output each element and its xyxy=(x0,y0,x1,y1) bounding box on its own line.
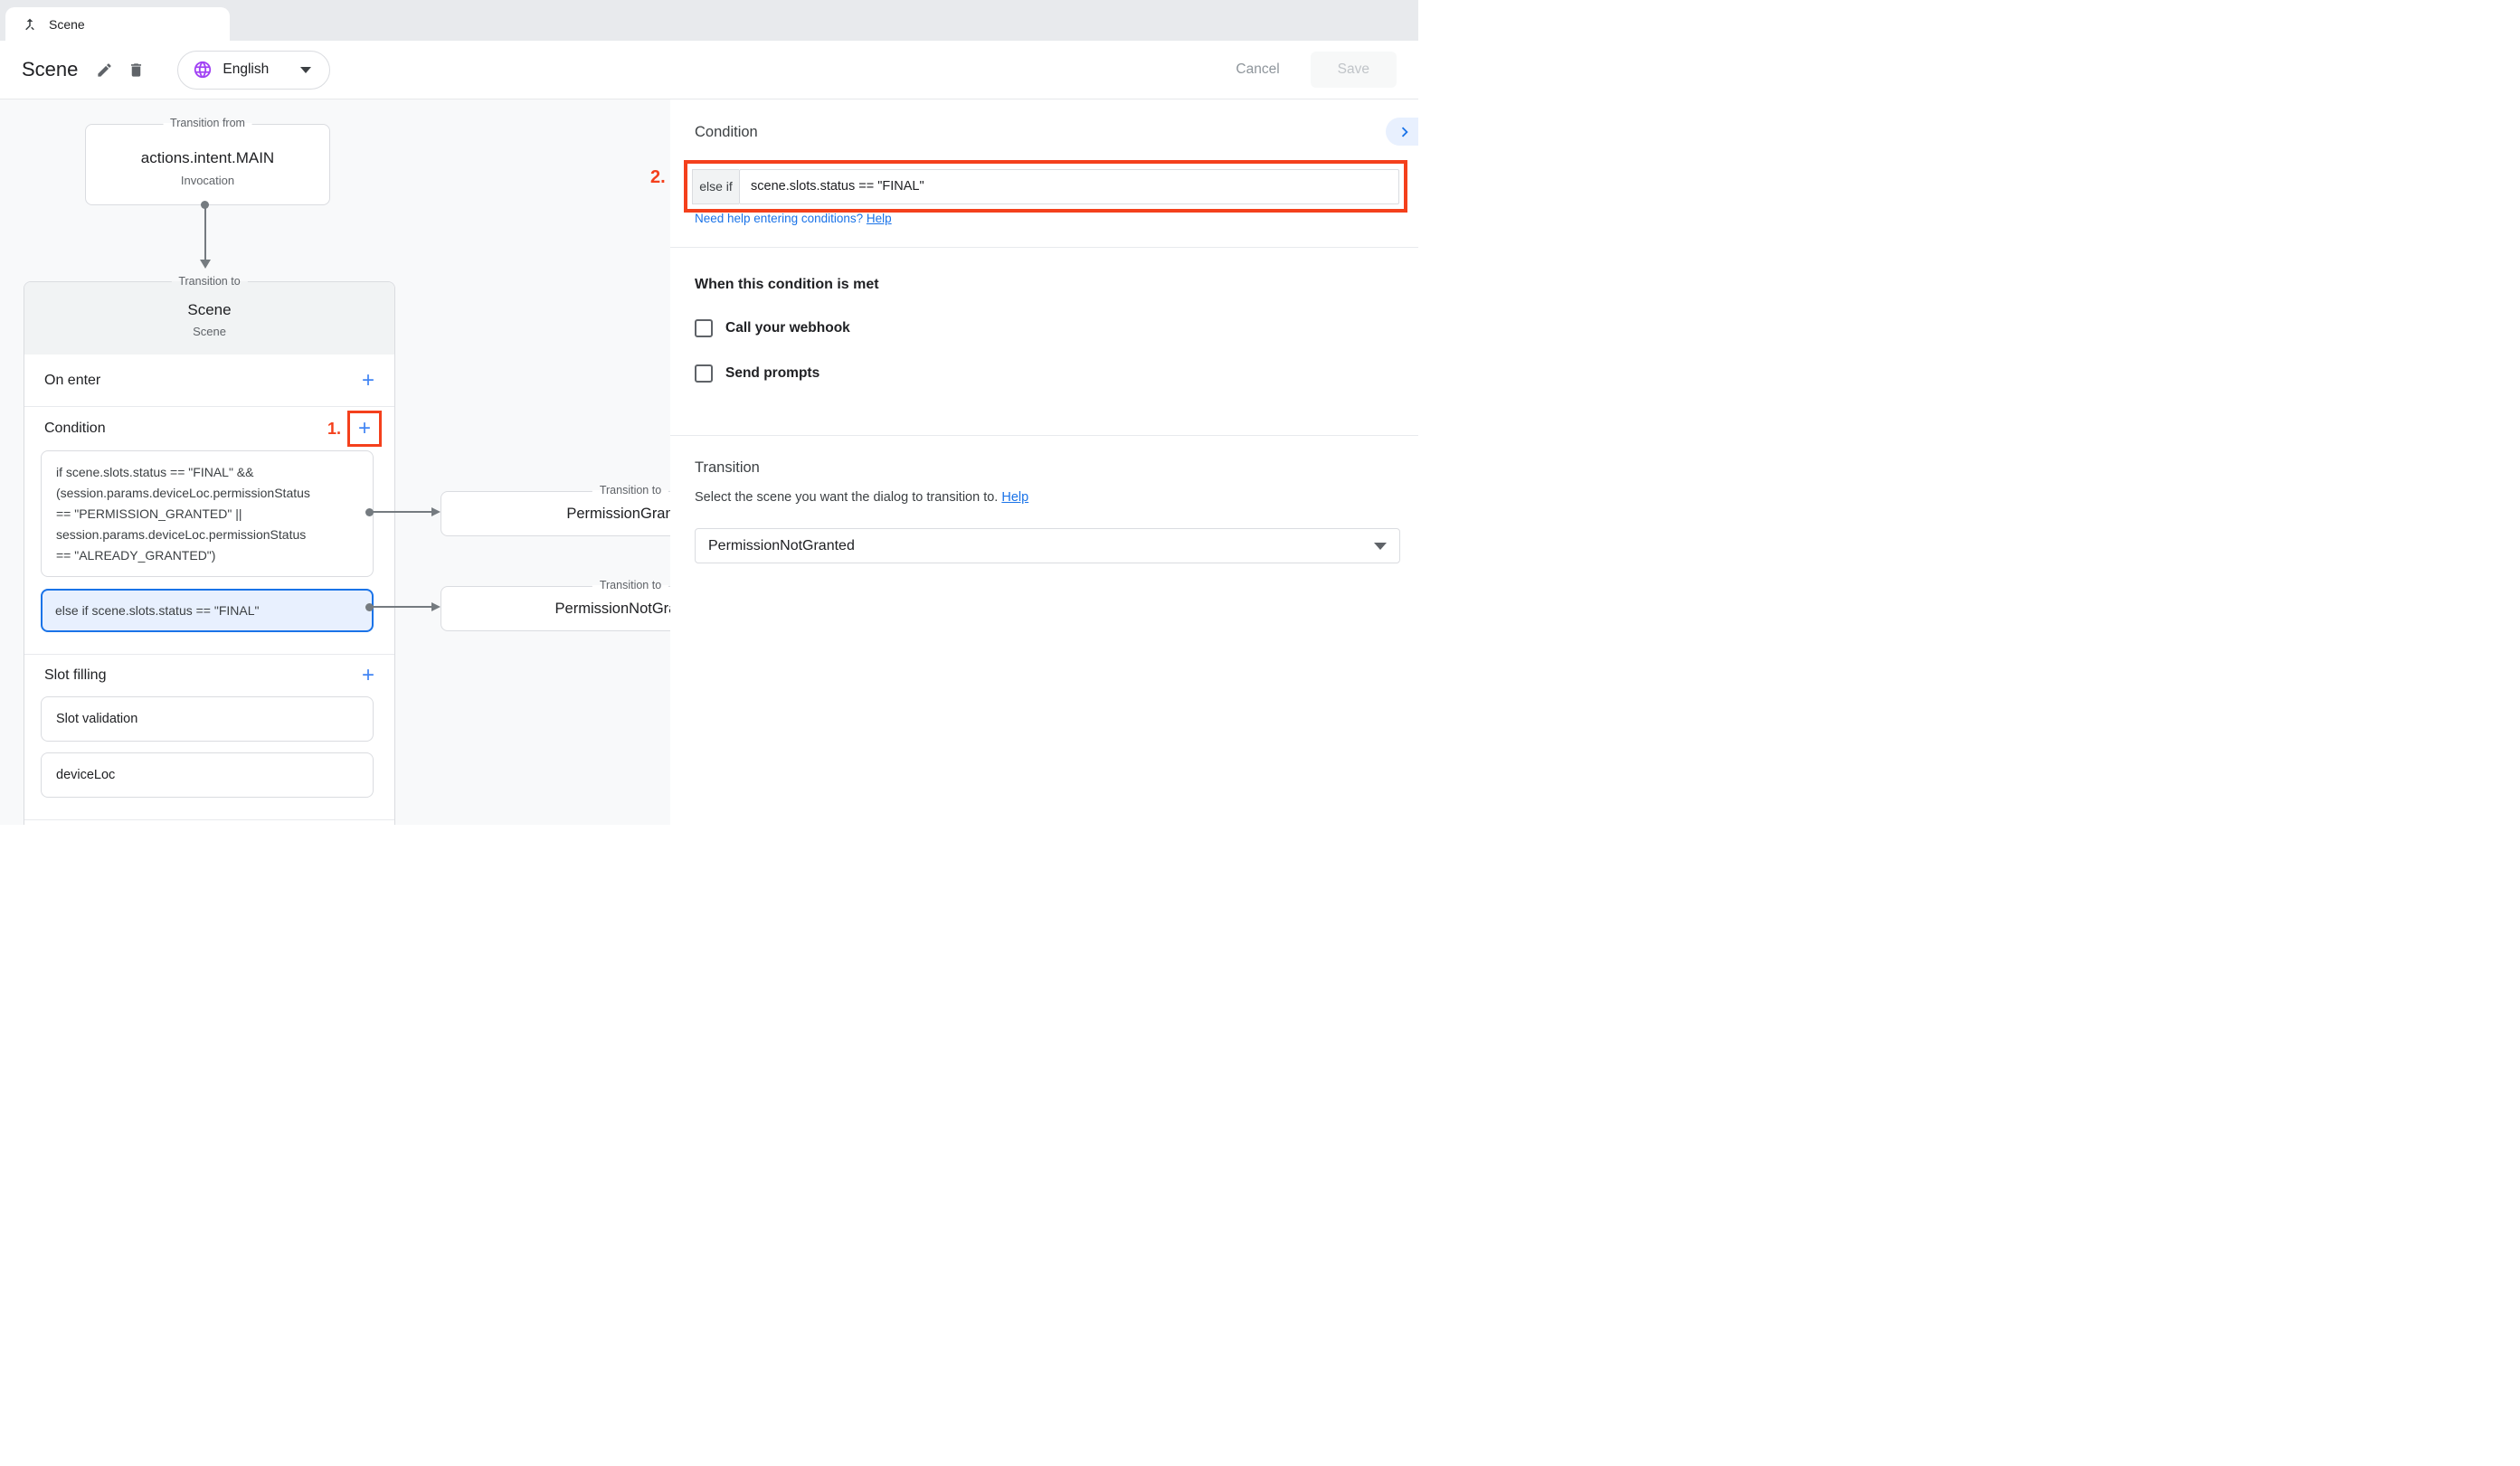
annotation-2: 2. xyxy=(650,167,666,188)
send-prompts-checkbox[interactable] xyxy=(695,364,713,383)
main-area: Transition from actions.intent.MAIN Invo… xyxy=(0,99,1418,825)
scene-card-header[interactable]: Scene Scene xyxy=(24,282,394,355)
divider xyxy=(670,435,1418,436)
edit-scene-button[interactable] xyxy=(96,61,113,79)
pencil-icon xyxy=(96,61,113,79)
call-webhook-checkbox[interactable] xyxy=(695,319,713,337)
target-scene-name: PermissionGranted xyxy=(441,491,670,536)
condition-item-2-selected[interactable]: else if scene.slots.status == "FINAL" xyxy=(41,589,374,632)
connector-dot xyxy=(201,201,209,209)
intent-name: actions.intent.MAIN xyxy=(86,149,329,167)
transition-scene-select[interactable]: PermissionNotGranted xyxy=(695,528,1400,563)
connector-line xyxy=(370,606,432,608)
on-enter-section: On enter + xyxy=(24,355,394,407)
caret-down-icon xyxy=(300,67,311,73)
slot-filling-label: Slot filling xyxy=(44,667,355,684)
condition-help-text: Need help entering conditions? Help xyxy=(695,212,892,225)
connector-dot xyxy=(365,603,374,611)
condition-editor-panel: Condition 2. else if Need help entering … xyxy=(670,99,1418,825)
tab-label: Scene xyxy=(49,17,85,32)
call-webhook-option[interactable]: Call your webhook xyxy=(695,319,850,337)
tab-strip: Scene xyxy=(0,0,1418,41)
globe-icon xyxy=(193,60,213,80)
help-prompt: Need help entering conditions? xyxy=(695,212,863,225)
call-webhook-label: Call your webhook xyxy=(725,320,850,336)
trash-icon xyxy=(128,61,145,79)
slot-filling-section-header: Slot filling + xyxy=(24,655,394,696)
transition-to-legend: Transition to xyxy=(592,579,668,591)
transition-description: Select the scene you want the dialog to … xyxy=(695,490,1028,505)
transition-description-text: Select the scene you want the dialog to … xyxy=(695,490,998,505)
page-title: Scene xyxy=(22,58,78,81)
add-slot-button[interactable]: + xyxy=(355,663,382,688)
add-on-enter-button[interactable]: + xyxy=(355,368,382,393)
arrow-down-icon xyxy=(200,260,211,269)
panel-condition-heading: Condition xyxy=(695,124,758,141)
annotation-1-highlight-box: + xyxy=(347,411,382,447)
transition-target-permission-not-granted[interactable]: Transition to PermissionNotGranted xyxy=(441,586,670,631)
condition-item-1[interactable]: if scene.slots.status == "FINAL" && (ses… xyxy=(41,450,374,577)
condition-help-link[interactable]: Help xyxy=(867,212,892,225)
tab-scene[interactable]: Scene xyxy=(5,7,230,41)
target-scene-name: PermissionNotGranted xyxy=(441,586,670,631)
condition-section-header: Condition 1. + xyxy=(24,407,394,450)
transition-heading: Transition xyxy=(695,459,760,477)
arrow-right-icon xyxy=(431,602,441,611)
transition-from-box[interactable]: Transition from actions.intent.MAIN Invo… xyxy=(85,124,330,205)
scene-card-title: Scene xyxy=(24,301,394,319)
transition-to-legend: Transition to xyxy=(592,484,668,497)
collapse-panel-button[interactable] xyxy=(1386,118,1418,146)
caret-down-icon xyxy=(1374,543,1387,550)
actions-builder-app: Scene Scene English Cancel Save Transiti… xyxy=(0,0,1418,825)
save-button[interactable]: Save xyxy=(1311,52,1397,88)
when-met-heading: When this condition is met xyxy=(695,277,879,293)
selected-scene-value: PermissionNotGranted xyxy=(708,538,855,554)
connector-line xyxy=(370,511,432,513)
scene-card: Transition to Scene Scene On enter + Con… xyxy=(24,281,395,825)
on-enter-label: On enter xyxy=(44,373,355,389)
slot-deviceloc-item[interactable]: deviceLoc xyxy=(41,752,374,798)
condition-expression-input[interactable] xyxy=(739,169,1399,204)
transition-help-link[interactable]: Help xyxy=(1001,490,1028,505)
arrow-right-icon xyxy=(431,507,441,516)
chevron-right-icon xyxy=(1395,122,1415,142)
divider xyxy=(24,632,394,655)
language-label: English xyxy=(223,61,269,78)
cancel-button[interactable]: Cancel xyxy=(1217,52,1297,87)
send-prompts-label: Send prompts xyxy=(725,365,819,382)
send-prompts-option[interactable]: Send prompts xyxy=(695,364,819,383)
transition-from-legend: Transition from xyxy=(163,117,252,129)
divider xyxy=(24,809,394,820)
condition-label: Condition xyxy=(44,421,327,437)
intent-type: Invocation xyxy=(86,174,329,187)
annotation-1: 1. xyxy=(327,420,341,439)
slot-validation-item[interactable]: Slot validation xyxy=(41,696,374,742)
connector-line xyxy=(204,205,206,260)
scene-card-subtitle: Scene xyxy=(24,325,394,338)
merge-arrow-icon xyxy=(22,16,38,33)
divider xyxy=(670,247,1418,248)
transition-target-permission-granted[interactable]: Transition to PermissionGranted xyxy=(441,491,670,536)
delete-scene-button[interactable] xyxy=(128,61,145,79)
else-if-tag: else if xyxy=(692,169,739,204)
scene-graph-canvas: Transition from actions.intent.MAIN Invo… xyxy=(0,99,670,825)
transition-to-legend: Transition to xyxy=(171,275,247,288)
header-bar: Scene English Cancel Save xyxy=(0,41,1418,99)
annotation-2-highlight-box: else if xyxy=(684,160,1407,213)
language-selector[interactable]: English xyxy=(177,51,330,90)
connector-dot xyxy=(365,508,374,516)
add-condition-button[interactable]: + xyxy=(351,416,378,441)
